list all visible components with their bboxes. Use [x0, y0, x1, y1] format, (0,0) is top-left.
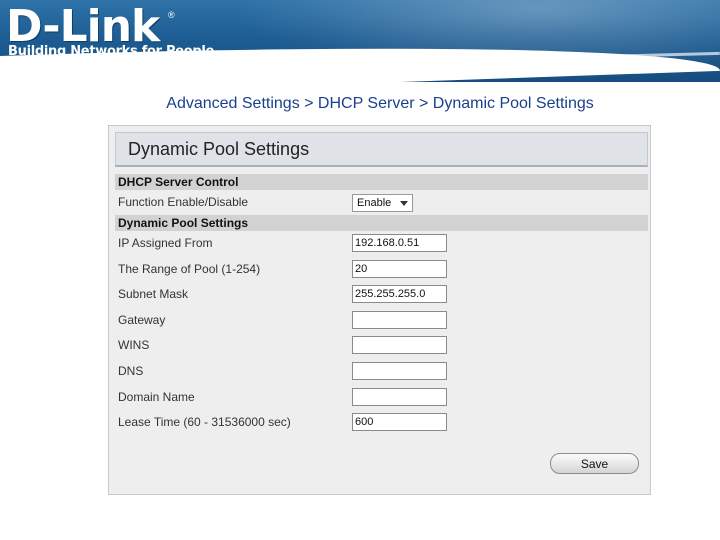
domain-name-label: Domain Name [118, 390, 195, 404]
dynamic-pool-panel: Dynamic Pool Settings DHCP Server Contro… [108, 125, 651, 495]
dns-label: DNS [118, 364, 144, 378]
domain-name-input[interactable] [352, 388, 447, 406]
wins-label: WINS [118, 338, 150, 352]
subnet-mask-input[interactable]: 255.255.255.0 [352, 285, 447, 303]
lease-time-label: Lease Time (60 - 31536000 sec) [118, 415, 291, 429]
header-banner: D-Link ® Building Networks for People [0, 0, 720, 82]
section-header-dhcp-server-control: DHCP Server Control [115, 174, 648, 190]
pool-range-label: The Range of Pool (1-254) [118, 262, 261, 276]
registered-mark: ® [168, 10, 175, 20]
function-enable-label: Function Enable/Disable [118, 195, 249, 209]
section-header-dynamic-pool-settings: Dynamic Pool Settings [115, 215, 648, 231]
pool-range-input[interactable]: 20 [352, 260, 447, 278]
panel-title-bar: Dynamic Pool Settings [115, 132, 648, 167]
page: D-Link ® Building Networks for People Ad… [0, 0, 720, 540]
wins-input[interactable] [352, 336, 447, 354]
function-enable-value: Enable [357, 197, 392, 209]
breadcrumb: Advanced Settings > DHCP Server > Dynami… [166, 95, 594, 112]
dns-input[interactable] [352, 362, 447, 380]
chevron-down-icon [400, 201, 408, 206]
panel-title: Dynamic Pool Settings [128, 139, 310, 159]
gateway-input[interactable] [352, 311, 447, 329]
subnet-mask-label: Subnet Mask [118, 287, 189, 301]
gateway-label: Gateway [118, 313, 166, 327]
tagline: Building Networks for People [8, 44, 215, 59]
ip-assigned-from-label: IP Assigned From [118, 236, 213, 250]
ip-assigned-from-input[interactable]: 192.168.0.51 [352, 234, 447, 252]
function-enable-select[interactable]: Enable [352, 194, 413, 212]
lease-time-input[interactable]: 600 [352, 413, 447, 431]
save-button[interactable]: Save [550, 453, 639, 474]
